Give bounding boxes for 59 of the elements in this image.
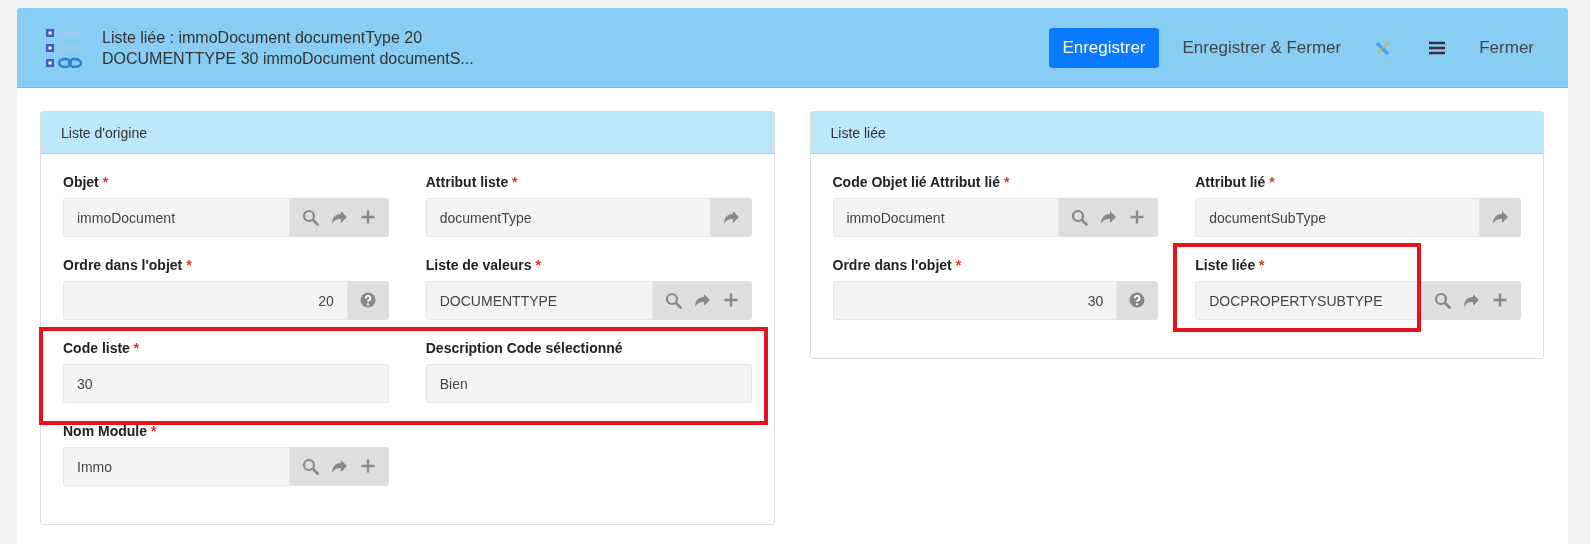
forward-arrow-icon bbox=[693, 292, 711, 309]
input-field[interactable]: Bien bbox=[425, 364, 752, 403]
panel-title: Liste liée bbox=[810, 112, 1543, 154]
input-field[interactable]: documentType bbox=[425, 198, 711, 237]
required-mark: * bbox=[102, 174, 109, 190]
forward-arrow-icon bbox=[722, 209, 740, 226]
search-icon bbox=[1071, 209, 1089, 226]
field-label: Nom Module * bbox=[63, 423, 158, 439]
plus-icon bbox=[359, 458, 377, 475]
menu-icon bbox=[1429, 40, 1446, 55]
field-label: Attribut liste * bbox=[425, 174, 519, 190]
question-icon bbox=[359, 292, 377, 309]
field-label: Liste liée * bbox=[1195, 257, 1266, 273]
required-mark: * bbox=[186, 257, 192, 273]
forward-arrow-icon bbox=[1463, 292, 1480, 309]
text-button[interactable]: Fermer bbox=[1473, 29, 1540, 66]
required-mark: * bbox=[1269, 174, 1275, 190]
panel-title: Liste d'origine bbox=[41, 112, 774, 154]
field-label: Ordre dans l'objet * bbox=[832, 257, 963, 273]
save-button[interactable]: Enregistrer bbox=[1049, 27, 1159, 68]
input-field[interactable]: immoDocument bbox=[63, 198, 290, 237]
search-icon bbox=[301, 209, 319, 226]
required-mark: * bbox=[150, 423, 157, 439]
required-mark: * bbox=[512, 174, 518, 190]
text-button[interactable]: Enregistrer & Fermer bbox=[1176, 29, 1348, 66]
plus-icon bbox=[359, 209, 377, 226]
required-mark: * bbox=[1003, 174, 1010, 190]
window-title: Liste liée : immoDocument documentType 20 DOCUMENTTYPE 30 immoDocument documentS... bbox=[102, 27, 475, 69]
input-field[interactable]: DOCPROPERTYSUBTYPE bbox=[1195, 281, 1422, 320]
input-field[interactable]: 30 bbox=[832, 281, 1118, 320]
field-label: Liste de valeurs * bbox=[425, 257, 542, 273]
pencil-ruler-icon bbox=[1375, 39, 1392, 56]
input-field[interactable]: Immo bbox=[63, 447, 290, 486]
input-field[interactable]: immoDocument bbox=[832, 198, 1060, 237]
input-field[interactable]: 20 bbox=[63, 281, 348, 320]
plus-icon bbox=[1129, 209, 1147, 226]
search-icon bbox=[1434, 292, 1451, 309]
required-mark: * bbox=[133, 340, 140, 356]
input-field[interactable]: 30 bbox=[63, 364, 389, 403]
forward-arrow-icon bbox=[330, 209, 348, 226]
field-label: Ordre dans l'objet * bbox=[63, 257, 193, 273]
forward-arrow-icon bbox=[330, 458, 348, 475]
field-label: Code liste * bbox=[63, 340, 141, 356]
forward-arrow-icon bbox=[1100, 209, 1118, 226]
input-field[interactable]: DOCUMENTTYPE bbox=[425, 281, 653, 320]
field-label: Code Objet lié Attribut lié * bbox=[832, 174, 1011, 190]
forward-arrow-icon bbox=[1492, 209, 1509, 226]
field-label: Attribut lié * bbox=[1195, 174, 1276, 190]
required-mark: * bbox=[535, 257, 541, 273]
plus-icon bbox=[1492, 292, 1509, 309]
search-icon bbox=[301, 458, 319, 475]
input-field[interactable]: documentSubType bbox=[1195, 198, 1480, 237]
search-icon bbox=[664, 292, 682, 309]
required-mark: * bbox=[1259, 257, 1265, 273]
required-mark: * bbox=[955, 257, 962, 273]
field-label: Objet * bbox=[63, 174, 110, 190]
field-label: Description Code sélectionné bbox=[425, 340, 624, 356]
question-icon bbox=[1129, 292, 1147, 309]
plus-icon bbox=[722, 292, 740, 309]
